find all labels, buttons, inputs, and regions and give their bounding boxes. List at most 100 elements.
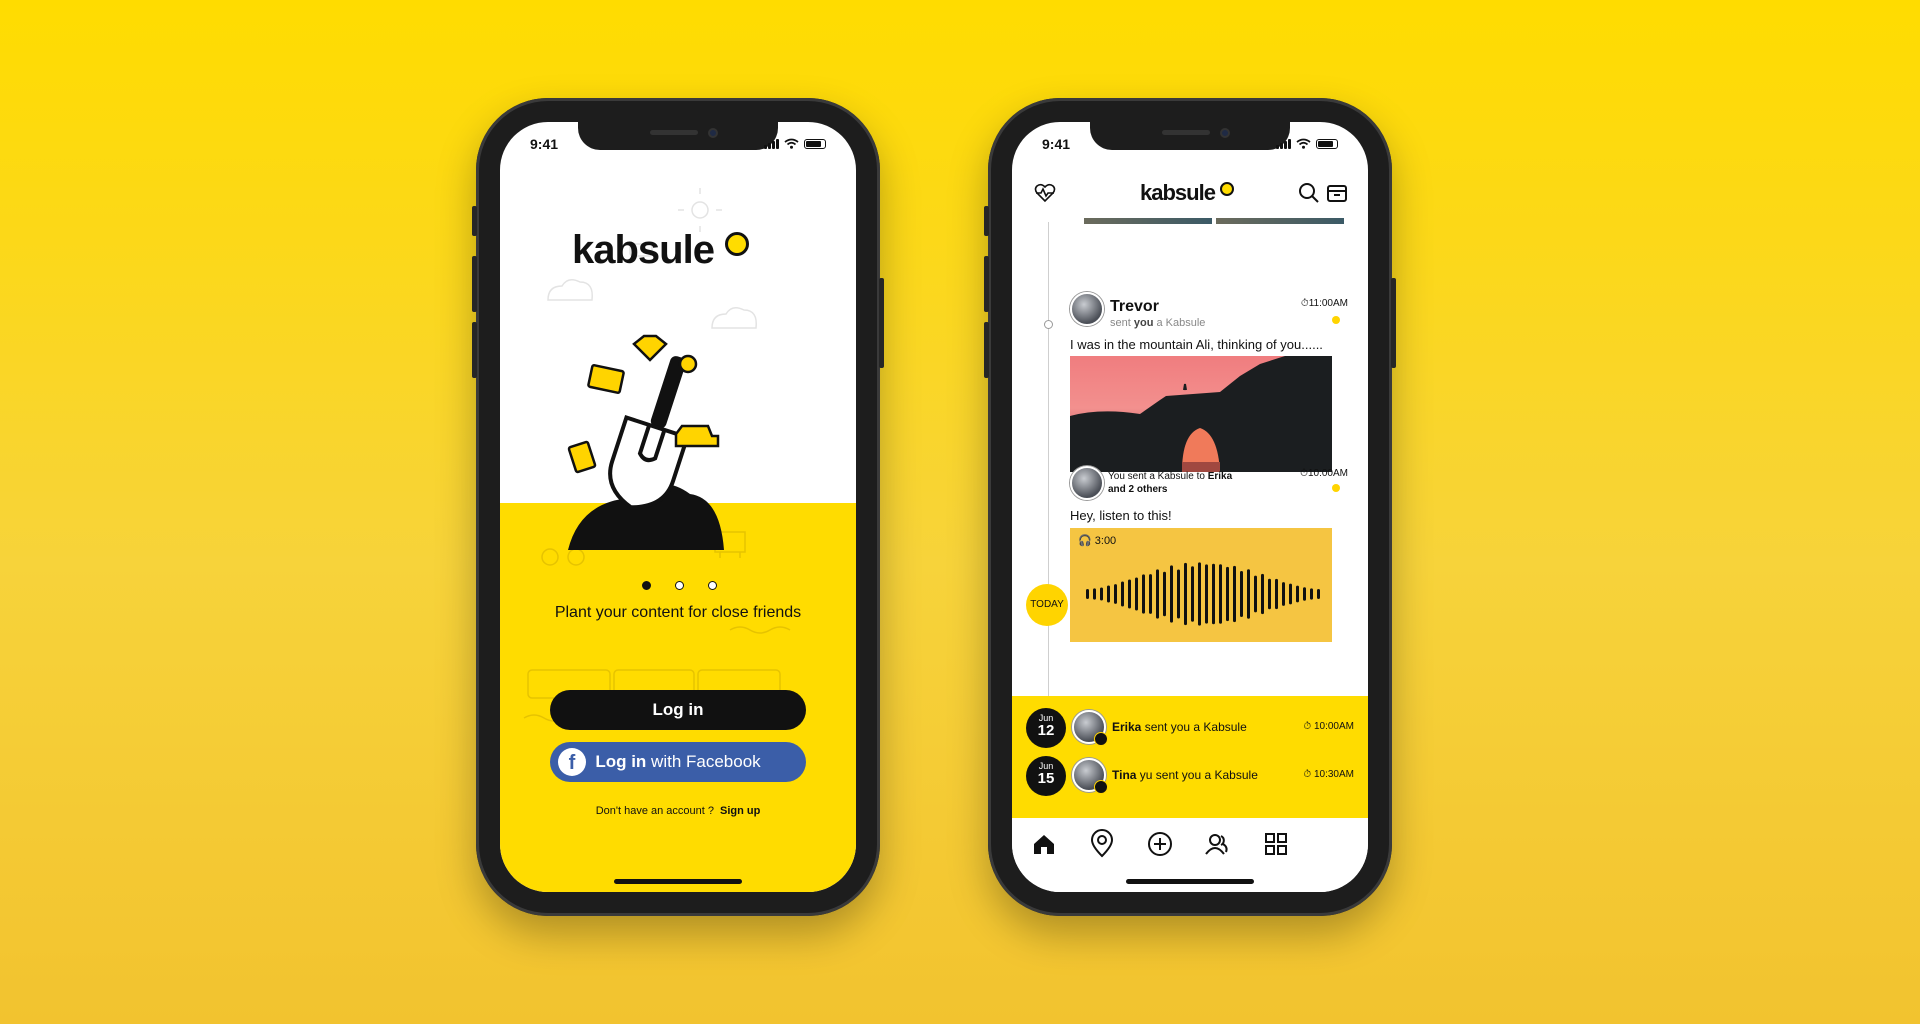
notification-time: ⏱ 10:00AM: [1303, 721, 1354, 732]
date-month: Jun: [1038, 761, 1054, 771]
shovel-illustration-icon: [567, 334, 724, 550]
facebook-login-strong: Log in: [595, 752, 647, 771]
post-subtitle-post: a Kabsule: [1153, 317, 1206, 329]
notification-item[interactable]: Jun 12 Erika sent you a Kabsule ⏱ 10:00A…: [1012, 704, 1368, 754]
post-time-value: 10:00AM: [1307, 468, 1348, 479]
post-subtitle: sent you a Kabsule: [1110, 317, 1205, 329]
notification-text: Tina yu sent you a Kabsule: [1112, 768, 1258, 782]
notification-sender: Tina: [1112, 768, 1137, 782]
post-subtitle-pre: You sent a Kabsule to: [1108, 471, 1208, 482]
heart-pulse-icon[interactable]: [1034, 182, 1056, 204]
status-bar: 9:41: [1012, 136, 1368, 156]
home-icon[interactable]: [1028, 828, 1060, 860]
notification-time-value: 10:00AM: [1313, 721, 1354, 732]
date-badge: Jun 12: [1026, 708, 1066, 748]
notification-sender: Erika: [1112, 720, 1142, 734]
waveform-icon: [1086, 562, 1320, 626]
power-button: [879, 278, 884, 368]
feed-phone: 9:41 kabsule Trevor sent you a Kabsule ⏱…: [984, 98, 1396, 916]
post-subtitle-name[interactable]: Erika: [1208, 471, 1232, 482]
battery-icon: [1316, 139, 1338, 149]
signal-icon: [764, 139, 779, 149]
notification-item[interactable]: Jun 15 Tina yu sent you a Kabsule ⏱ 10:3…: [1012, 752, 1368, 802]
signup-link[interactable]: Sign up: [720, 805, 760, 817]
add-icon[interactable]: [1144, 828, 1176, 860]
facebook-icon: f: [558, 748, 586, 776]
post-subtitle-you: you: [1133, 317, 1154, 329]
post-photo[interactable]: [1070, 356, 1332, 472]
timer-icon: ⏱: [1303, 769, 1312, 780]
avatar[interactable]: [1070, 292, 1104, 326]
friends-icon[interactable]: [1202, 828, 1234, 860]
carousel-dot-2[interactable]: [675, 581, 684, 590]
logo-mark-icon: [725, 232, 750, 256]
status-time: 9:41: [1042, 136, 1071, 152]
volume-down-button: [472, 322, 477, 378]
badge-icon: [1094, 732, 1108, 746]
date-badge: Jun 15: [1026, 756, 1066, 796]
signup-prompt: Don't have an account ? Sign up: [500, 805, 856, 817]
post-author[interactable]: Trevor: [1110, 298, 1159, 316]
facebook-login-rest: with Facebook: [646, 752, 761, 771]
post-text: Hey, listen to this!: [1070, 508, 1172, 523]
today-marker: TODAY: [1026, 584, 1068, 626]
timer-icon: ⏱: [1300, 468, 1308, 479]
signal-icon: [1276, 139, 1291, 149]
status-time: 9:41: [530, 136, 559, 152]
location-icon[interactable]: [1086, 828, 1118, 860]
app-logo: kabsule: [1140, 180, 1235, 206]
logo-text: kabsule: [1140, 180, 1216, 205]
notification-time: ⏱ 10:30AM: [1303, 769, 1354, 780]
unread-dot: [1332, 484, 1340, 492]
no-account-text: Don't have an account ?: [595, 805, 714, 817]
logo-text: kabsule: [572, 228, 715, 272]
carousel-dots: [642, 581, 717, 590]
notification-rest: yu sent you a Kabsule: [1136, 768, 1258, 782]
badge-icon: [1094, 780, 1108, 794]
carousel-dot-1[interactable]: [642, 581, 651, 590]
notification-panel: Jun 12 Erika sent you a Kabsule ⏱ 10:00A…: [1012, 696, 1368, 818]
volume-up-button: [472, 256, 477, 312]
top-bar: kabsule: [1012, 170, 1368, 218]
wifi-icon: [784, 138, 799, 149]
post-text: I was in the mountain Ali, thinking of y…: [1070, 337, 1323, 352]
post-time: ⏱11:00AM: [1301, 298, 1348, 309]
home-indicator[interactable]: [1126, 879, 1254, 884]
post-subtitle: You sent a Kabsule to Erika and 2 others: [1108, 470, 1232, 496]
date-month: Jun: [1038, 713, 1054, 723]
post-subtitle-pre: sent: [1110, 317, 1134, 329]
power-button: [1391, 278, 1396, 368]
search-icon[interactable]: [1298, 182, 1320, 204]
audio-player[interactable]: 🎧 3:00: [1070, 528, 1332, 642]
inbox-icon[interactable]: [1326, 182, 1348, 204]
headphones-icon: 🎧: [1078, 535, 1092, 547]
previous-post-image: [1084, 218, 1344, 224]
grid-icon[interactable]: [1260, 828, 1292, 860]
login-phone: 9:41 kabsule Plant your content for clos…: [472, 98, 884, 916]
battery-icon: [804, 139, 826, 149]
date-day: 12: [1037, 722, 1055, 739]
post-time-value: 11:00AM: [1308, 298, 1348, 309]
timer-icon: ⏱: [1303, 721, 1312, 732]
carousel-dot-3[interactable]: [708, 581, 717, 590]
home-indicator[interactable]: [614, 879, 742, 884]
timeline-node: [1044, 320, 1053, 329]
mute-switch: [984, 206, 989, 236]
feed-screen: 9:41 kabsule Trevor sent you a Kabsule ⏱…: [1012, 122, 1368, 892]
post-time: ⏱10:00AM: [1300, 468, 1348, 479]
avatar[interactable]: [1070, 466, 1104, 500]
login-screen: 9:41 kabsule Plant your content for clos…: [500, 122, 856, 892]
volume-up-button: [984, 256, 989, 312]
mute-switch: [472, 206, 477, 236]
wifi-icon: [1296, 138, 1311, 149]
notification-text: Erika sent you a Kabsule: [1112, 720, 1247, 734]
tagline: Plant your content for close friends: [554, 604, 802, 621]
audio-duration: 🎧 3:00: [1078, 534, 1116, 547]
notification-rest: sent you a Kabsule: [1141, 720, 1247, 734]
post-subtitle-others[interactable]: and 2 others: [1108, 484, 1167, 495]
login-button[interactable]: Log in: [550, 690, 806, 730]
logo-mark-icon: [1220, 182, 1235, 196]
facebook-login-button[interactable]: f Log in with Facebook: [550, 742, 806, 782]
timeline-line: [1048, 222, 1049, 700]
volume-down-button: [984, 322, 989, 378]
